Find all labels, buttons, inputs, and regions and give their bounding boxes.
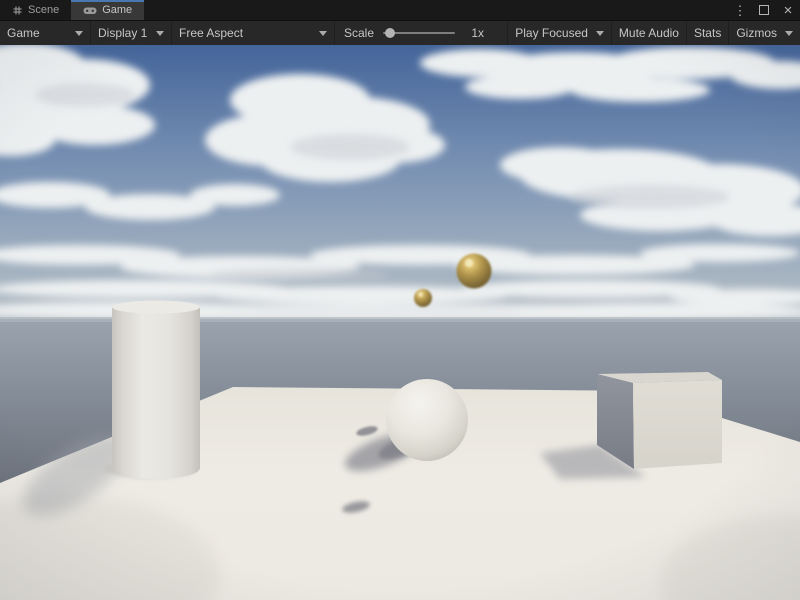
tabbar-spacer <box>144 0 728 20</box>
game-mode-dropdown[interactable]: Game <box>0 21 91 45</box>
scale-control: Scale 1x <box>335 21 493 45</box>
game-mode-label: Game <box>7 26 40 40</box>
chevron-down-icon <box>785 31 793 36</box>
display-dropdown[interactable]: Display 1 <box>91 21 172 45</box>
tab-bar: Scene Game ⋮ × <box>0 0 800 21</box>
play-focused-dropdown[interactable]: Play Focused <box>507 21 611 45</box>
tab-game[interactable]: Game <box>71 0 144 20</box>
tab-label: Game <box>102 4 132 16</box>
mute-audio-button[interactable]: Mute Audio <box>611 21 686 45</box>
aspect-ratio-dropdown[interactable]: Free Aspect <box>172 21 335 45</box>
gamepad-icon <box>83 5 97 16</box>
mute-audio-label: Mute Audio <box>619 26 679 40</box>
close-icon[interactable]: × <box>776 0 800 20</box>
display-label: Display 1 <box>98 26 147 40</box>
chevron-down-icon <box>156 31 164 36</box>
tab-scene[interactable]: Scene <box>0 0 71 20</box>
game-view-toolbar: Game Display 1 Free Aspect Scale 1x Play… <box>0 21 800 46</box>
scale-value: 1x <box>466 26 484 40</box>
scale-slider[interactable] <box>383 32 455 34</box>
grid-icon <box>12 5 23 16</box>
chevron-down-icon <box>596 31 604 36</box>
vignette <box>0 45 800 600</box>
aspect-label: Free Aspect <box>179 26 243 40</box>
scale-label: Scale <box>344 26 374 40</box>
toolbar-spacer <box>493 21 507 45</box>
maximize-glyph <box>759 5 769 15</box>
game-viewport[interactable] <box>0 45 800 600</box>
maximize-icon[interactable] <box>752 0 776 20</box>
tab-label: Scene <box>28 4 59 16</box>
chevron-down-icon <box>319 31 327 36</box>
stats-label: Stats <box>694 26 721 40</box>
scene-render <box>0 45 800 600</box>
chevron-down-icon <box>75 31 83 36</box>
scale-slider-knob[interactable] <box>385 28 395 38</box>
kebab-menu-icon[interactable]: ⋮ <box>728 0 752 20</box>
play-focused-label: Play Focused <box>515 26 588 40</box>
gizmos-dropdown[interactable]: Gizmos <box>728 21 800 45</box>
toolbar-right-group: Play Focused Mute Audio Stats Gizmos <box>507 21 800 45</box>
gizmos-label: Gizmos <box>736 26 777 40</box>
stats-button[interactable]: Stats <box>686 21 728 45</box>
